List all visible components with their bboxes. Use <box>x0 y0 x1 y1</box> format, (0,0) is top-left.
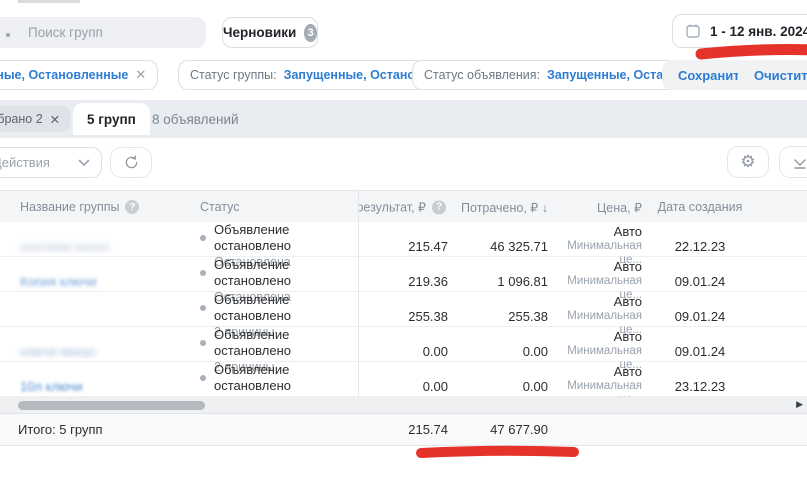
actions-dropdown[interactable]: Действия <box>0 147 102 178</box>
totals-row: Итого: 5 групп 215.74 47 677.90 <box>0 413 807 446</box>
date-range-picker[interactable]: 1 - 12 янв. 2024 <box>672 14 807 48</box>
created-date: 22.12.23 <box>650 239 750 254</box>
filter-chip-prefix: Статус объявления: <box>424 68 540 82</box>
table-row: 10л ключи Объявление остановлено 2 причи… <box>0 362 807 397</box>
created-date: 23.12.23 <box>650 379 750 394</box>
close-icon[interactable]: ✕ <box>50 112 60 127</box>
table-row: Объявление остановлено 2 причины 255.38 … <box>0 292 807 327</box>
selected-count-label: Выбрано 2 <box>0 112 43 126</box>
cost-per-result-value: 0.00 <box>358 344 450 359</box>
scroll-right-icon[interactable]: ▶ <box>796 399 803 410</box>
drafts-count-badge: 3 <box>304 24 317 42</box>
column-header-cost-per-result[interactable]: Цена за результат, ₽ ? <box>358 191 450 223</box>
spent-value: 0.00 <box>450 344 550 359</box>
top-edge-remnant <box>18 0 80 3</box>
cost-per-result-value: 215.47 <box>358 239 450 254</box>
groups-table: Название группы ? Статус Цена за результ… <box>0 190 807 397</box>
group-name-link[interactable]: 10л ключи <box>20 379 83 394</box>
status-dot-icon <box>200 305 206 311</box>
help-icon[interactable]: ? <box>432 200 446 214</box>
sort-desc-icon: ↓ <box>542 201 548 215</box>
selected-count-chip[interactable]: Выбрано 2 ✕ <box>0 106 70 132</box>
table-row: реклама канал Объявление остановлено Ост… <box>0 222 807 257</box>
table-row: ключи минус Объявление остановлено 2 при… <box>0 327 807 362</box>
gear-icon: ⚙ <box>740 152 755 172</box>
status-dot-icon <box>200 270 206 276</box>
horizontal-scrollbar[interactable]: ▶ <box>0 397 807 413</box>
filter-chip-clipped[interactable]: Запущенные, Остановленные ✕ <box>0 60 158 90</box>
created-date: 09.01.24 <box>650 309 750 324</box>
created-date: 09.01.24 <box>650 274 750 289</box>
close-icon[interactable]: ✕ <box>135 67 146 83</box>
column-header-created[interactable]: Дата создания <box>650 200 750 214</box>
cost-per-result-value: 219.36 <box>358 274 450 289</box>
actions-dropdown-label: Действия <box>0 155 50 170</box>
status-dot-icon <box>200 375 206 381</box>
date-range-label: 1 - 12 янв. 2024 <box>710 24 807 39</box>
group-name-link[interactable]: ключи минус <box>20 344 97 359</box>
cost-per-result-value: 255.38 <box>358 309 450 324</box>
settings-button[interactable]: ⚙ <box>727 146 769 178</box>
sticky-column-divider <box>358 190 359 398</box>
filter-chip-value: Запущенные, Остановленные <box>0 68 128 82</box>
spent-value: 1 096.81 <box>450 274 550 289</box>
column-header-status[interactable]: Статус <box>200 200 358 214</box>
column-header-price[interactable]: Цена, ₽ <box>550 200 650 215</box>
filter-chip-prefix: Статус группы: <box>190 68 277 82</box>
status-dot-icon <box>200 340 206 346</box>
table-header-row: Название группы ? Статус Цена за результ… <box>0 190 807 222</box>
group-name-link[interactable]: реклама канал <box>20 239 110 254</box>
cost-per-result-value: 0.00 <box>358 379 450 394</box>
export-icon <box>793 155 807 169</box>
search-icon <box>6 33 10 37</box>
ads-manager-screen: Черновики 3 1 - 12 янв. 2024 Запущенные,… <box>0 0 807 487</box>
refresh-icon <box>124 155 139 170</box>
spent-value: 255.38 <box>450 309 550 324</box>
calendar-icon <box>685 23 701 39</box>
refresh-button[interactable] <box>110 147 152 178</box>
spent-value: 0.00 <box>450 379 550 394</box>
group-name-link[interactable]: Копия ключи <box>20 274 97 289</box>
tab-ads[interactable]: 8 объявлений <box>138 103 253 135</box>
table-row: Копия ключи Объявление остановлено Остан… <box>0 257 807 292</box>
clear-filters-button[interactable]: Очистить <box>738 60 807 90</box>
scrollbar-thumb[interactable] <box>18 401 205 410</box>
column-header-name[interactable]: Название группы ? <box>0 200 200 214</box>
spent-value: 46 325.71 <box>450 239 550 254</box>
export-button[interactable] <box>779 146 807 178</box>
search-input[interactable] <box>0 17 206 48</box>
column-header-spent[interactable]: Потрачено, ₽ ↓ <box>450 200 550 215</box>
status-dot-icon <box>200 235 206 241</box>
created-date: 09.01.24 <box>650 344 750 359</box>
totals-label: Итого: 5 групп <box>0 422 358 437</box>
help-icon[interactable]: ? <box>125 200 139 214</box>
drafts-button[interactable]: Черновики 3 <box>222 17 318 48</box>
totals-cost-per-result: 215.74 <box>358 422 450 437</box>
drafts-label: Черновики <box>223 25 296 40</box>
chevron-down-icon <box>78 159 90 167</box>
totals-spent: 47 677.90 <box>450 422 550 437</box>
